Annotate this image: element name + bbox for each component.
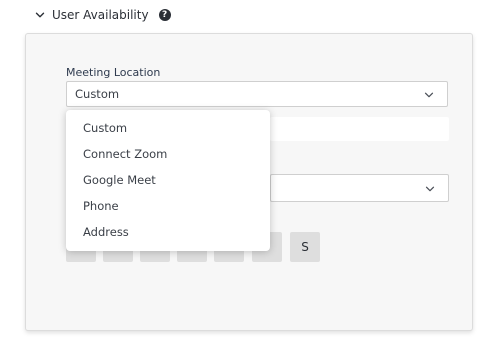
- location-details-input[interactable]: [270, 117, 449, 141]
- help-icon[interactable]: ?: [158, 9, 171, 21]
- secondary-select[interactable]: [270, 174, 449, 202]
- meeting-location-value: Custom: [75, 87, 120, 101]
- dropdown-option-custom[interactable]: Custom: [83, 120, 127, 136]
- chevron-down-icon: [35, 12, 45, 18]
- dropdown-option-phone[interactable]: Phone: [83, 198, 119, 214]
- meeting-location-dropdown: Custom Connect Zoom Google Meet Phone Ad…: [66, 110, 270, 251]
- chevron-down-icon: [424, 92, 434, 98]
- user-availability-panel: User Availability ? Meeting Location Cus…: [0, 0, 497, 348]
- section-title: User Availability: [52, 8, 149, 22]
- chevron-down-icon: [425, 186, 435, 192]
- day-toggle-saturday[interactable]: S: [290, 232, 320, 262]
- dropdown-option-connect-zoom[interactable]: Connect Zoom: [83, 146, 167, 162]
- meeting-location-select[interactable]: Custom: [66, 81, 448, 107]
- dropdown-option-address[interactable]: Address: [83, 224, 129, 240]
- dropdown-option-google-meet[interactable]: Google Meet: [83, 172, 156, 188]
- section-header[interactable]: User Availability ?: [34, 6, 171, 24]
- meeting-location-label: Meeting Location: [66, 66, 161, 79]
